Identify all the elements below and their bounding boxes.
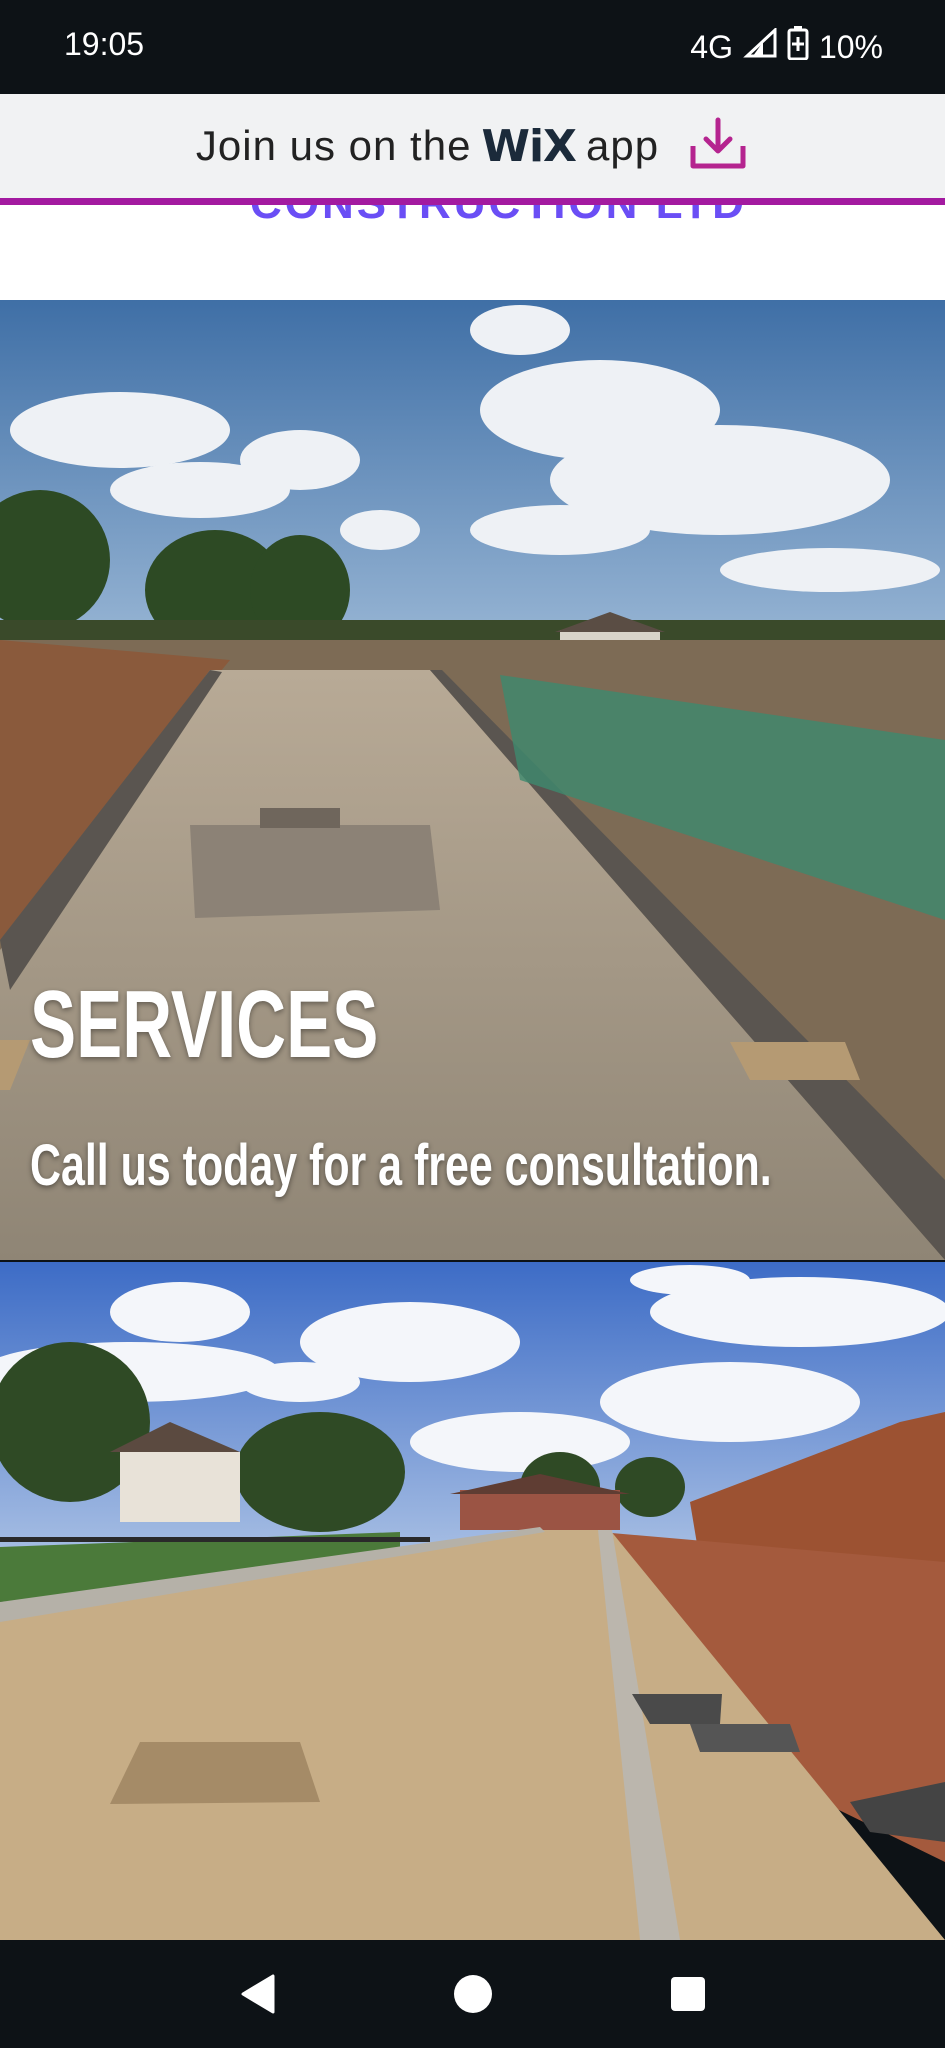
wix-banner-suffix: app bbox=[585, 122, 660, 169]
recents-icon[interactable] bbox=[658, 1964, 718, 2024]
services-hero: SERVICES Call us today for a free consul… bbox=[0, 300, 945, 1260]
wix-app-banner[interactable]: Join us on the WiX app bbox=[0, 94, 945, 198]
signal-icon bbox=[743, 26, 777, 66]
services-heading: SERVICES bbox=[30, 971, 379, 1078]
status-indicators: 4G 10% bbox=[690, 26, 883, 68]
banner-accent-line bbox=[0, 198, 945, 205]
battery-icon bbox=[787, 26, 809, 68]
site-header: CONSTRUCTION LTD bbox=[0, 205, 945, 300]
home-icon[interactable] bbox=[443, 1964, 503, 2024]
network-type: 4G bbox=[690, 28, 733, 65]
road-construction-photo bbox=[0, 1262, 945, 1940]
status-time: 19:05 bbox=[64, 26, 145, 62]
wix-banner-prefix: Join us on the bbox=[195, 122, 472, 169]
wix-banner-text: Join us on the WiX app bbox=[196, 121, 659, 172]
back-icon[interactable] bbox=[228, 1964, 288, 2024]
download-icon[interactable] bbox=[687, 116, 749, 176]
site-title[interactable]: CONSTRUCTION LTD bbox=[250, 205, 747, 229]
status-bar: 19:05 4G 10% bbox=[0, 0, 945, 94]
hero-construction-photo bbox=[0, 300, 945, 1260]
wix-logo: WiX bbox=[481, 120, 577, 172]
battery-level: 10% bbox=[818, 28, 883, 65]
services-subheading: Call us today for a free consultation. bbox=[30, 1133, 772, 1198]
system-nav-bar bbox=[0, 1940, 945, 2048]
